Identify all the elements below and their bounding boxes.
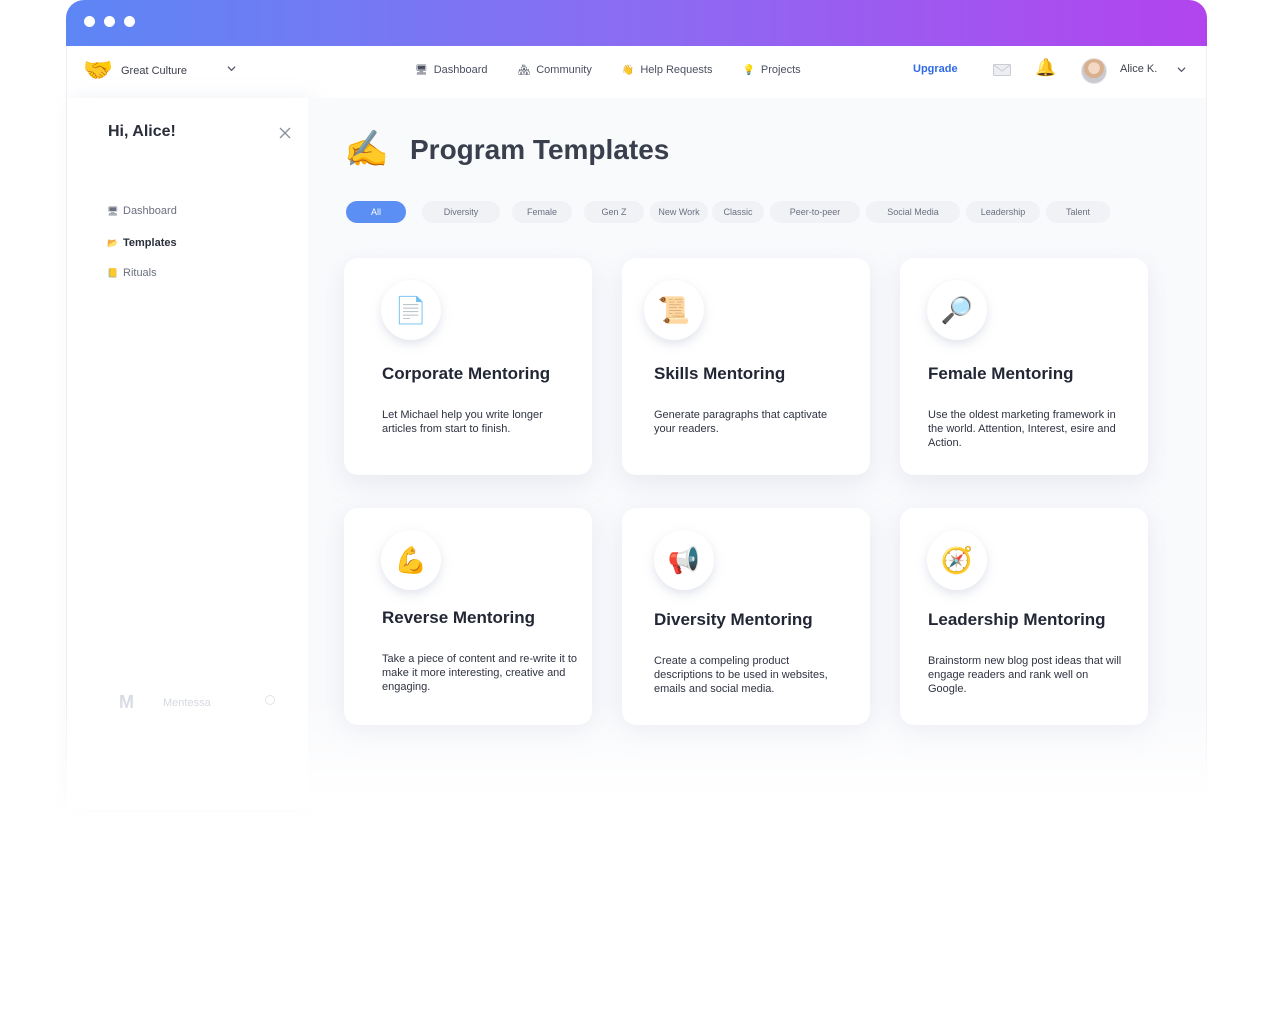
- org-name: Great Culture: [121, 65, 188, 77]
- brand-name: Mentessa: [163, 696, 211, 709]
- window-close-dot[interactable]: [84, 16, 95, 27]
- nav-link-label: Help Requests: [640, 64, 713, 76]
- bell-icon[interactable]: 🔔: [1035, 58, 1056, 78]
- nav-link-dashboard[interactable]: 🖥 Dashboard: [415, 64, 488, 76]
- folder-icon: 📂: [107, 237, 119, 248]
- card-title: Leadership Mentoring: [928, 610, 1106, 629]
- handshake-icon: 🤝: [83, 57, 113, 84]
- sidebar-item-rituals[interactable]: 📒 Rituals: [107, 267, 157, 279]
- nav-link-label: Community: [536, 64, 592, 76]
- upgrade-link[interactable]: Upgrade: [913, 63, 958, 75]
- window-titlebar: [66, 0, 1207, 46]
- app-window: 🤝 Great Culture 🖥 Dashboard 🏘 Community …: [66, 0, 1207, 800]
- card-description: Brainstorm new blog post ideas that will…: [928, 655, 1122, 695]
- nav-link-projects[interactable]: 💡 Projects: [742, 64, 800, 76]
- card-title: Skills Mentoring: [654, 364, 786, 383]
- nav-link-community[interactable]: 🏘 Community: [518, 64, 592, 76]
- sidebar-item-dashboard[interactable]: 🖥 Dashboard: [107, 205, 177, 217]
- settings-icon[interactable]: [265, 695, 275, 705]
- template-card[interactable]: 📄 Corporate Mentoring Let Michael help y…: [344, 258, 592, 475]
- compass-icon: 🧭: [927, 530, 987, 590]
- nav-link-help-requests[interactable]: 👋 Help Requests: [622, 64, 713, 76]
- nav-link-label: Dashboard: [433, 64, 488, 76]
- org-switcher[interactable]: 🤝 Great Culture: [83, 58, 187, 84]
- sidebar: Hi, Alice! 🖥 Dashboard 📂 Templates 📒 Rit…: [66, 98, 308, 800]
- template-card[interactable]: 📜 Skills Mentoring Generate paragraphs t…: [622, 258, 870, 475]
- filter-chip-gen-z[interactable]: Gen Z: [584, 201, 644, 223]
- template-card[interactable]: 📢 Diversity Mentoring Create a compeling…: [622, 508, 870, 725]
- mentessa-logo: M: [119, 692, 134, 712]
- sidebar-item-label: Templates: [123, 237, 177, 249]
- window-maximize-dot[interactable]: [124, 16, 135, 27]
- filter-chip-leadership[interactable]: Leadership: [966, 201, 1040, 223]
- card-description: Let Michael help you write longer articl…: [382, 409, 543, 435]
- writing-hand-icon: ✍️: [344, 128, 389, 169]
- notebook-icon: 📒: [107, 267, 119, 278]
- houses-icon: 🏘: [517, 64, 531, 76]
- window-minimize-dot[interactable]: [104, 16, 115, 27]
- megaphone-icon: 📢: [654, 530, 714, 590]
- page-title: Program Templates: [410, 134, 670, 165]
- filter-chip-diversity[interactable]: Diversity: [422, 201, 500, 223]
- filter-chip-classic[interactable]: Classic: [712, 201, 764, 223]
- card-description: Create a compeling product descriptions …: [654, 655, 828, 695]
- card-title: Corporate Mentoring: [382, 364, 551, 383]
- card-description: Generate paragraphs that captivate your …: [654, 409, 828, 435]
- filter-chip-peer-to-peer[interactable]: Peer-to-peer: [770, 201, 860, 223]
- mail-icon[interactable]: [993, 64, 1011, 76]
- avatar[interactable]: [1081, 58, 1107, 84]
- close-icon[interactable]: [279, 127, 291, 139]
- card-description: Use the oldest marketing framework in th…: [928, 409, 1116, 449]
- card-title: Reverse Mentoring: [382, 608, 536, 627]
- filter-chip-new-work[interactable]: New Work: [650, 201, 708, 223]
- nav-link-label: Projects: [760, 64, 801, 76]
- card-description: Take a piece of content and re-write it …: [382, 653, 578, 693]
- main-nav-links: 🖥 Dashboard 🏘 Community 👋 Help Requests …: [415, 64, 831, 76]
- filter-chip-talent[interactable]: Talent: [1046, 201, 1110, 223]
- filter-chip-female[interactable]: Female: [512, 201, 572, 223]
- scroll-icon: 📜: [644, 280, 704, 340]
- chevron-down-icon[interactable]: [227, 64, 236, 73]
- sidebar-item-label: Dashboard: [123, 205, 177, 217]
- template-card[interactable]: 🔎 Female Mentoring Use the oldest market…: [900, 258, 1148, 475]
- chevron-down-icon[interactable]: [1177, 65, 1186, 74]
- top-navigation: 🤝 Great Culture 🖥 Dashboard 🏘 Community …: [66, 46, 1207, 98]
- card-title: Diversity Mentoring: [654, 610, 813, 629]
- sidebar-item-templates[interactable]: 📂 Templates: [107, 237, 177, 249]
- sidebar-greeting: Hi, Alice!: [108, 123, 176, 140]
- template-card[interactable]: 🧭 Leadership Mentoring Brainstorm new bl…: [900, 508, 1148, 725]
- monitor-icon: 🖥: [415, 64, 428, 76]
- magnifier-icon: 🔎: [927, 280, 987, 340]
- main-content: ✍️ Program Templates All Diversity Femal…: [308, 98, 1207, 800]
- light-bulb-icon: 💡: [742, 64, 755, 76]
- filter-chip-social-media[interactable]: Social Media: [866, 201, 960, 223]
- sidebar-item-label: Rituals: [123, 267, 157, 279]
- brand-footer: M Mentessa: [119, 692, 275, 713]
- document-icon: 📄: [381, 280, 441, 340]
- monitor-icon: 🖥: [107, 205, 119, 216]
- card-title: Female Mentoring: [928, 364, 1074, 383]
- filter-chip-all[interactable]: All: [346, 201, 406, 223]
- template-card[interactable]: 💪 Reverse Mentoring Take a piece of cont…: [344, 508, 592, 725]
- user-name[interactable]: Alice K.: [1120, 63, 1157, 75]
- flexed-biceps-icon: 💪: [381, 530, 441, 590]
- waving-hand-icon: 👋: [621, 64, 635, 76]
